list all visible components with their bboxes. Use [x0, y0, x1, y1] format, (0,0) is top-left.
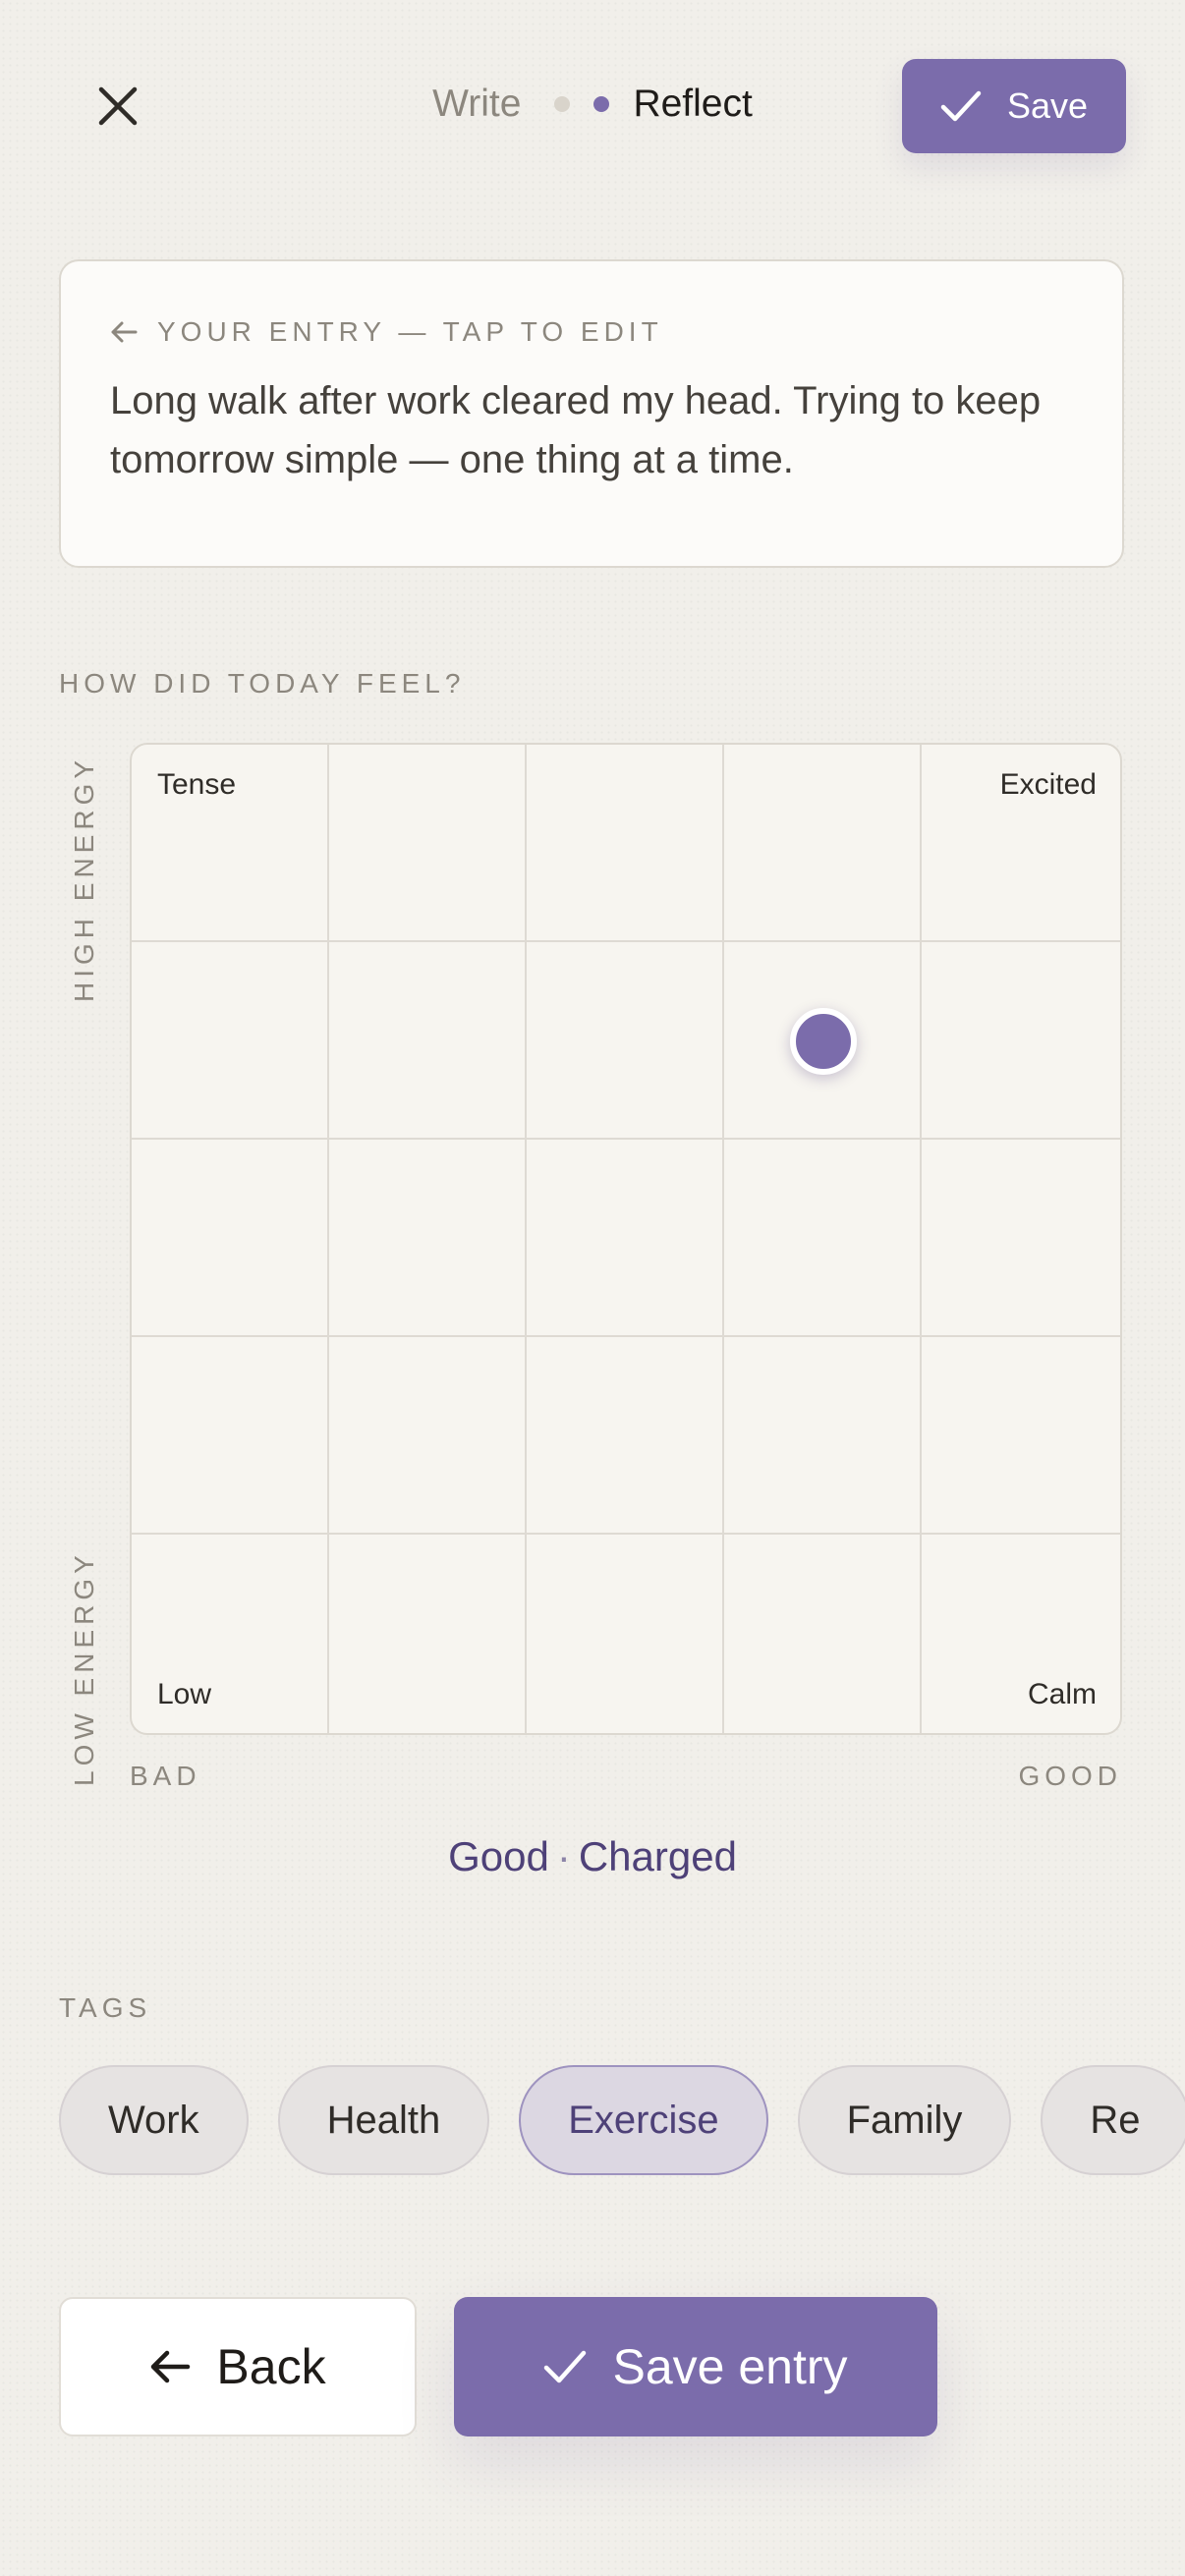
save-button[interactable]: Save	[902, 59, 1126, 153]
entry-card[interactable]: YOUR ENTRY — TAP TO EDIT Long walk after…	[59, 259, 1124, 568]
grid-line	[525, 745, 527, 1733]
tag-exercise[interactable]: Exercise	[519, 2065, 768, 2175]
grid-line	[920, 745, 922, 1733]
tags-list: Work Health Exercise Family Re	[59, 2065, 1185, 2175]
step-dot-inactive	[554, 96, 571, 112]
tag-label: Work	[108, 2098, 199, 2142]
corner-label-calm: Calm	[1027, 1678, 1097, 1710]
step-dot-active	[593, 96, 610, 112]
arrow-left-icon	[110, 320, 138, 344]
grid-line	[132, 1138, 1120, 1140]
tag-label: Exercise	[568, 2098, 719, 2142]
mood-energy-label: Charged	[578, 1833, 737, 1879]
save-entry-button[interactable]: Save entry	[454, 2297, 937, 2436]
entry-edit-hint: YOUR ENTRY — TAP TO EDIT	[110, 316, 663, 348]
tag-health[interactable]: Health	[277, 2065, 490, 2175]
check-icon	[940, 89, 982, 123]
tag-label: Family	[846, 2098, 963, 2142]
check-icon	[543, 2349, 587, 2384]
tag-label: Health	[326, 2098, 441, 2142]
entry-text: Long walk after work cleared my head. Tr…	[110, 379, 1042, 481]
grid-line	[327, 745, 329, 1733]
grid-line	[132, 1533, 1120, 1535]
corner-label-tense: Tense	[157, 768, 237, 801]
tag-family[interactable]: Family	[797, 2065, 1012, 2175]
save-button-label: Save	[1006, 85, 1089, 126]
tag-partial[interactable]: Re	[1041, 2065, 1185, 2175]
step-reflect: Reflect	[633, 83, 753, 125]
tag-label: Re	[1090, 2098, 1141, 2142]
corner-label-low: Low	[157, 1678, 212, 1710]
corner-label-excited: Excited	[999, 768, 1097, 801]
arrow-left-icon	[149, 2349, 191, 2384]
back-button[interactable]: Back	[59, 2297, 417, 2436]
mood-separator: ·	[556, 1833, 571, 1879]
tag-work[interactable]: Work	[59, 2065, 249, 2175]
grid-line	[132, 1335, 1120, 1337]
x-axis-good-label: GOOD	[1018, 1761, 1122, 1791]
back-button-label: Back	[216, 2339, 326, 2394]
grid-line	[722, 745, 724, 1733]
y-axis-low-label: LOW ENERGY	[69, 1550, 99, 1786]
save-entry-button-label: Save entry	[612, 2339, 848, 2394]
mood-grid[interactable]: Tense Excited Low Calm	[130, 743, 1122, 1735]
x-axis-bad-label: BAD	[130, 1761, 201, 1791]
entry-label: YOUR ENTRY — TAP TO EDIT	[157, 316, 663, 347]
mood-valence-label: Good	[448, 1833, 549, 1879]
y-axis-high-label: HIGH ENERGY	[69, 755, 99, 1002]
mood-selector-handle[interactable]	[790, 1007, 858, 1075]
mood-result: Good · Charged	[0, 1833, 1185, 1880]
mood-question: HOW DID TODAY FEEL?	[59, 668, 466, 699]
grid-line	[132, 940, 1120, 942]
tags-label: TAGS	[59, 1992, 152, 2023]
step-write[interactable]: Write	[432, 83, 521, 126]
